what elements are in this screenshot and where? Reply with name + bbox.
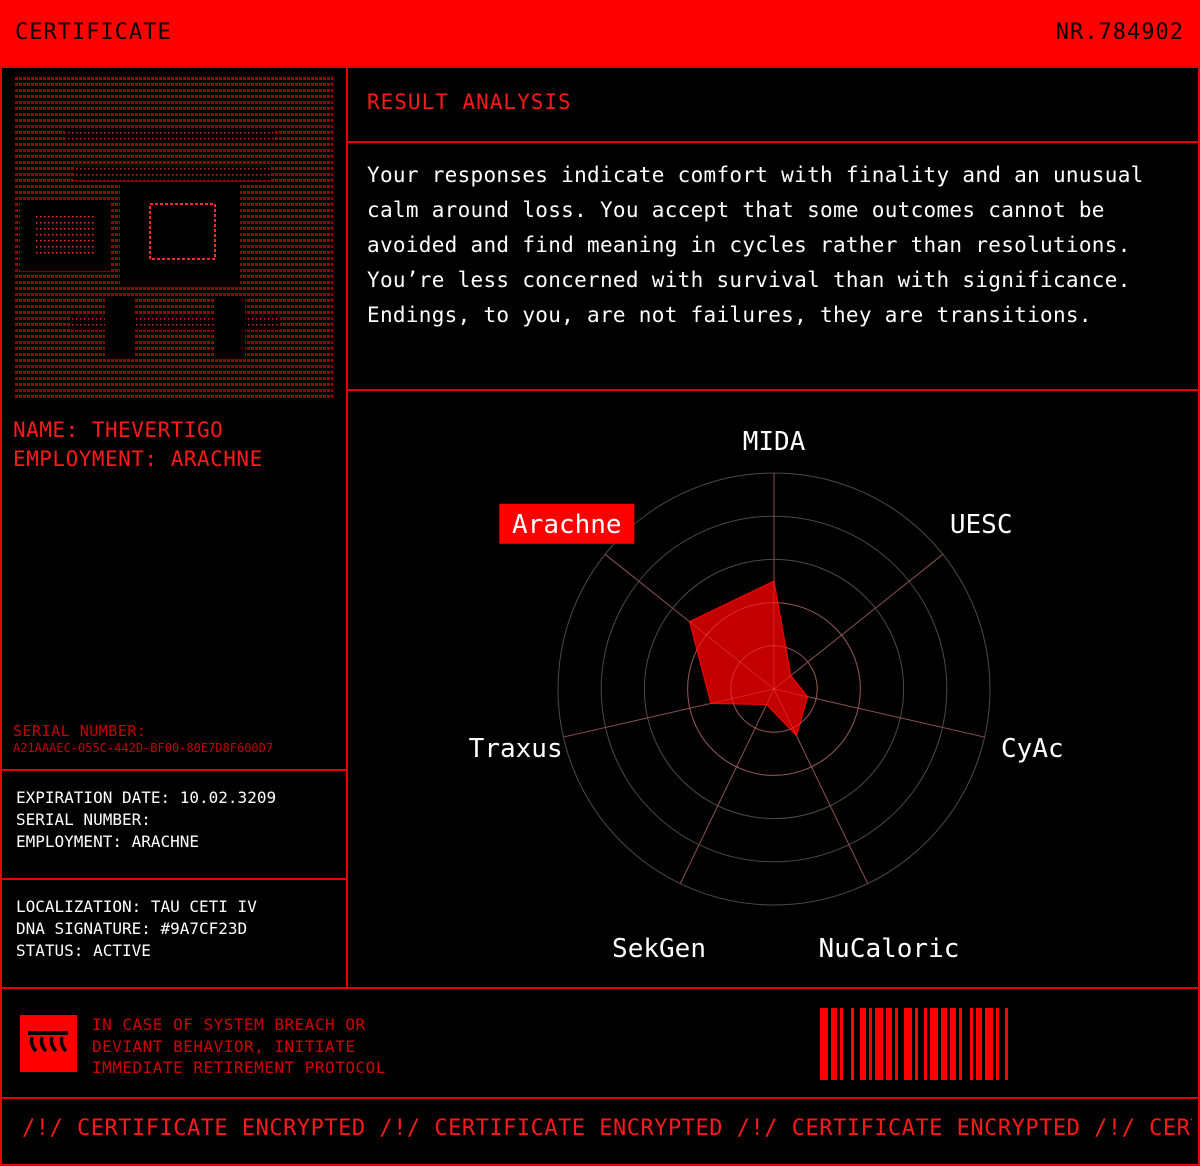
dna-signature: DNA SIGNATURE: #9A7CF23D (16, 919, 248, 938)
retirement-warning: IN CASE OF SYSTEM BREACH OR DEVIANT BEHA… (92, 1014, 386, 1079)
barcode-bar (895, 1008, 898, 1080)
identity-block: NAME: THEVERTIGO EMPLOYMENT: ARACHNE (13, 416, 263, 474)
footer-divider (0, 987, 1200, 989)
barcode-bar (851, 1008, 854, 1080)
serial-number-line: SERIAL NUMBER: (16, 810, 151, 829)
name-line: NAME: THEVERTIGO (13, 418, 224, 442)
radar-spoke-overlay (679, 688, 775, 884)
employment-line: EMPLOYMENT: ARACHNE (13, 447, 263, 471)
barcode-bar (930, 1008, 938, 1080)
barcode-bar (869, 1008, 872, 1080)
barcode-bar (996, 1008, 999, 1080)
axis-label-nucaloric: NuCaloric (819, 934, 960, 964)
axis-label-cyac: CyAc (1001, 734, 1064, 764)
barcode-bar (840, 1008, 843, 1080)
barcode-bar (1005, 1008, 1008, 1080)
barcode-bar (886, 1008, 892, 1080)
axis-label-arachne: Arachne (512, 510, 622, 540)
ticker-divider (0, 1097, 1200, 1099)
serial-number-label: SERIAL NUMBER: (13, 722, 147, 740)
serial-divider (0, 769, 347, 771)
serial-number-value: A21AAAEC-055C-442D-BF00-80E7D8F600D7 (13, 741, 274, 755)
barcode-bar (831, 1008, 837, 1080)
ascii-skull-portrait (15, 76, 333, 398)
info-divider (0, 878, 347, 880)
certificate-number: NR.784902 (1055, 20, 1184, 45)
barcode-bar (820, 1008, 828, 1080)
axis-label-uesc: UESC (950, 510, 1013, 540)
encryption-ticker: /!/ CERTIFICATE ENCRYPTED /!/ CERTIFICAT… (22, 1116, 1192, 1141)
faction-radar-chart: MIDA UESC CyAc NuCaloric SekGen Traxus Arachne (469, 427, 1064, 964)
barcode (820, 1008, 1008, 1080)
left-column-divider (346, 66, 348, 988)
expiration-date: EXPIRATION DATE: 10.02.3209 (16, 788, 277, 807)
localization: LOCALIZATION: TAU CETI IV (16, 897, 257, 916)
warning-line-3: IMMEDIATE RETIREMENT PROTOCOL (92, 1058, 386, 1077)
barcode-bar (976, 1008, 982, 1080)
claw-marks-icon (20, 1015, 77, 1072)
barcode-bar (985, 1008, 993, 1080)
barcode-bar (904, 1008, 912, 1080)
axis-label-traxus: Traxus (469, 734, 563, 764)
result-analysis-text: Your responses indicate comfort with fin… (367, 163, 1144, 327)
axis-label-sekgen: SekGen (612, 934, 706, 964)
barcode-bar (970, 1008, 973, 1080)
axis-label-mida: MIDA (743, 427, 806, 457)
warning-line-1: IN CASE OF SYSTEM BREACH OR (92, 1015, 366, 1034)
certificate-title: CERTIFICATE (15, 20, 172, 45)
barcode-bar (860, 1008, 866, 1080)
certificate-header: CERTIFICATE NR.784902 (0, 0, 1200, 66)
warning-line-2: DEVIANT BEHAVIOR, INITIATE (92, 1036, 356, 1056)
barcode-bar (941, 1008, 947, 1080)
location-info-block: LOCALIZATION: TAU CETI IV DNA SIGNATURE:… (16, 896, 257, 962)
barcode-bar (915, 1008, 918, 1080)
radar-spoke-overlay (773, 688, 985, 738)
result-analysis-title: RESULT ANALYSIS (367, 90, 572, 114)
result-title-divider (346, 141, 1200, 143)
expiration-info-block: EXPIRATION DATE: 10.02.3209 SERIAL NUMBE… (16, 787, 276, 853)
radar-spoke-overlay (773, 688, 869, 884)
result-body-divider (346, 389, 1200, 391)
employment-info: EMPLOYMENT: ARACHNE (16, 832, 200, 851)
barcode-bar (924, 1008, 927, 1080)
barcode-bar (875, 1008, 883, 1080)
barcode-bar (950, 1008, 956, 1080)
radar-spoke-overlay (563, 688, 775, 738)
status: STATUS: ACTIVE (16, 941, 151, 960)
barcode-bar (959, 1008, 962, 1080)
